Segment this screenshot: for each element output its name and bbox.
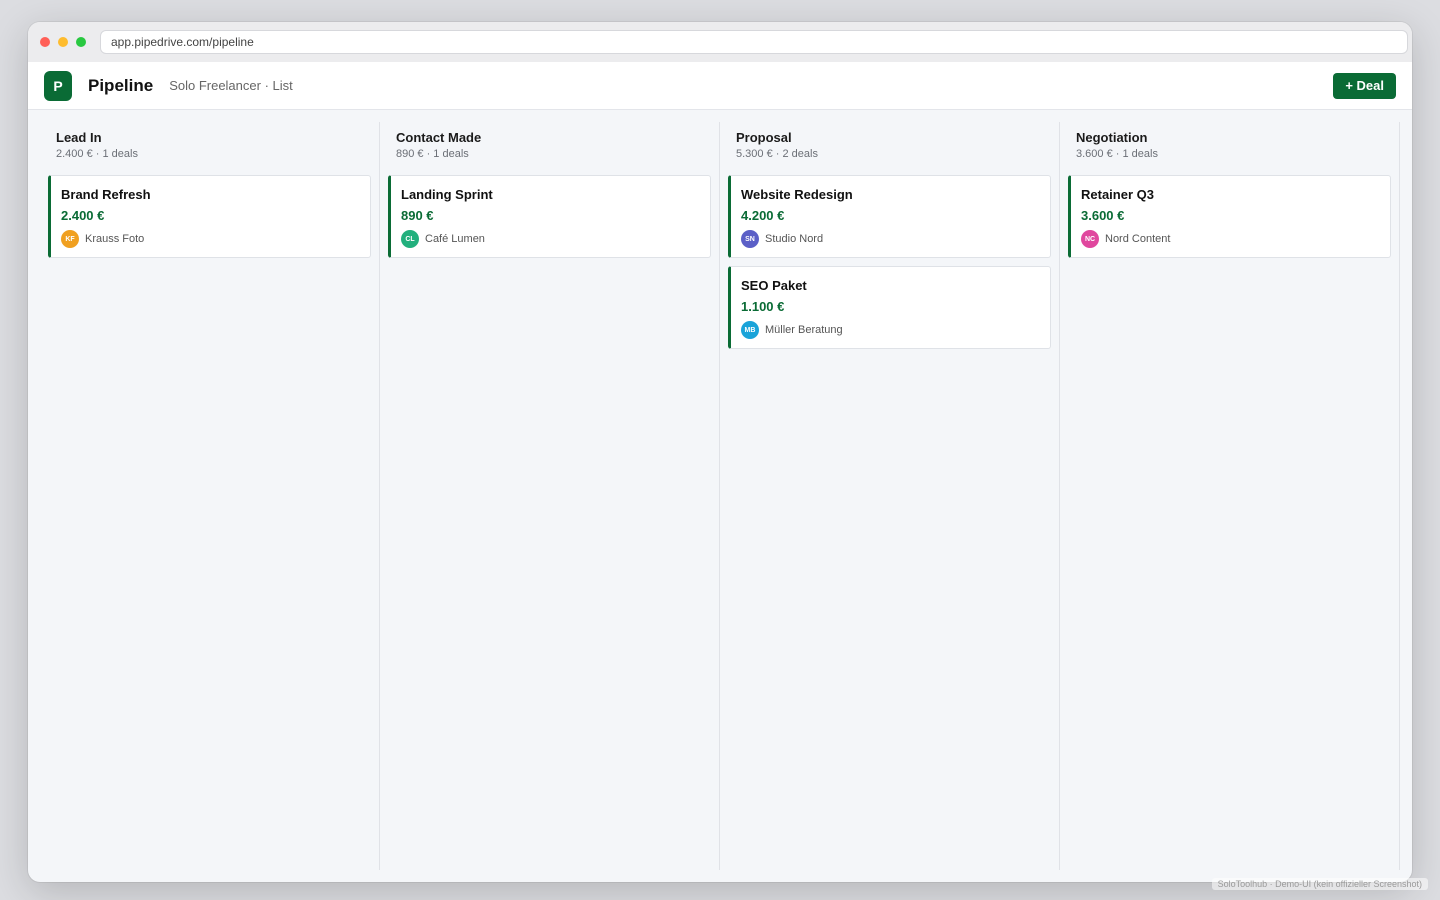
minimize-window-dot[interactable]: [58, 37, 68, 47]
stage-name: Contact Made: [396, 130, 482, 145]
stage-column: Proposal 5.300 € · 2 deals Website Redesig…: [720, 122, 1060, 870]
organization-name: Krauss Foto: [85, 233, 145, 245]
deal-organization: NC Nord Content: [1081, 230, 1378, 248]
address-bar-url: app.pipedrive.com/pipeline: [111, 35, 254, 49]
deal-card[interactable]: Website Redesign 4.200 € SN Studio Nord: [728, 175, 1051, 258]
page-title: Pipeline: [88, 75, 154, 95]
stage-header: Lead In 2.400 € · 1 deals: [48, 130, 371, 161]
deal-value: 2.400 €: [61, 208, 105, 223]
browser-titlebar: app.pipedrive.com/pipeline: [28, 22, 1412, 62]
deal-organization: CL Café Lumen: [401, 230, 698, 248]
deal-organization: MB Müller Beratung: [741, 321, 1038, 339]
stage-summary: 5.300 € · 2 deals: [736, 148, 818, 160]
stage-name: Lead In: [56, 130, 102, 145]
stage-header: Negotiation 3.600 € · 1 deals: [1068, 130, 1391, 161]
avatar: MB: [741, 321, 759, 339]
stage-header: Contact Made 890 € · 1 deals: [388, 130, 711, 161]
stage-column: Contact Made 890 € · 1 deals Landing Sprin…: [380, 122, 720, 870]
stage-summary: 2.400 € · 1 deals: [56, 148, 138, 160]
deal-title: SEO Paket: [741, 278, 807, 293]
stage-name: Negotiation: [1076, 130, 1148, 145]
app-logo[interactable]: P: [44, 70, 72, 101]
avatar: CL: [401, 230, 419, 248]
stage-summary: 890 € · 1 deals: [396, 148, 469, 160]
deal-card[interactable]: Retainer Q3 3.600 € NC Nord Content: [1068, 175, 1391, 258]
deal-title: Website Redesign: [741, 187, 853, 202]
browser-window: app.pipedrive.com/pipeline P Pipeline So…: [28, 22, 1412, 882]
maximize-window-dot[interactable]: [76, 37, 86, 47]
avatar: KF: [61, 230, 79, 248]
stage-column: Lead In 2.400 € · 1 deals Brand Refresh 2.4…: [40, 122, 380, 870]
deal-organization: KF Krauss Foto: [61, 230, 358, 248]
stage-column: Negotiation 3.600 € · 1 deals Retainer Q3 3…: [1060, 122, 1400, 870]
address-bar[interactable]: app.pipedrive.com/pipeline: [100, 30, 1408, 54]
deal-card[interactable]: SEO Paket 1.100 € MB Müller Beratung: [728, 266, 1051, 349]
add-deal-button[interactable]: + Deal: [1333, 72, 1396, 99]
deal-value: 890 €: [401, 208, 434, 223]
deal-card[interactable]: Brand Refresh 2.400 € KF Krauss Foto: [48, 175, 371, 258]
close-window-dot[interactable]: [40, 37, 50, 47]
pipeline-board: Lead In 2.400 € · 1 deals Brand Refresh 2.4…: [28, 110, 1412, 882]
app-header: P Pipeline Solo Freelancer · List + Deal: [28, 62, 1412, 110]
deal-organization: SN Studio Nord: [741, 230, 1038, 248]
stage-summary: 3.600 € · 1 deals: [1076, 148, 1158, 160]
deal-value: 4.200 €: [741, 208, 785, 223]
deal-card[interactable]: Landing Sprint 890 € CL Café Lumen: [388, 175, 711, 258]
demo-disclaimer: SoloToolhub · Demo-UI (kein offizieller …: [1211, 878, 1428, 890]
stage-name: Proposal: [736, 130, 792, 145]
deal-value: 1.100 €: [741, 299, 785, 314]
avatar: NC: [1081, 230, 1099, 248]
deal-title: Brand Refresh: [61, 187, 151, 202]
organization-name: Studio Nord: [765, 233, 824, 245]
organization-name: Café Lumen: [425, 233, 485, 245]
organization-name: Nord Content: [1105, 233, 1171, 245]
deal-title: Landing Sprint: [401, 187, 493, 202]
deal-title: Retainer Q3: [1081, 187, 1154, 202]
avatar: SN: [741, 230, 759, 248]
pipeline-subtitle: Solo Freelancer · List: [169, 78, 293, 93]
stage-header: Proposal 5.300 € · 2 deals: [728, 130, 1051, 161]
deal-value: 3.600 €: [1081, 208, 1125, 223]
organization-name: Müller Beratung: [765, 324, 843, 336]
